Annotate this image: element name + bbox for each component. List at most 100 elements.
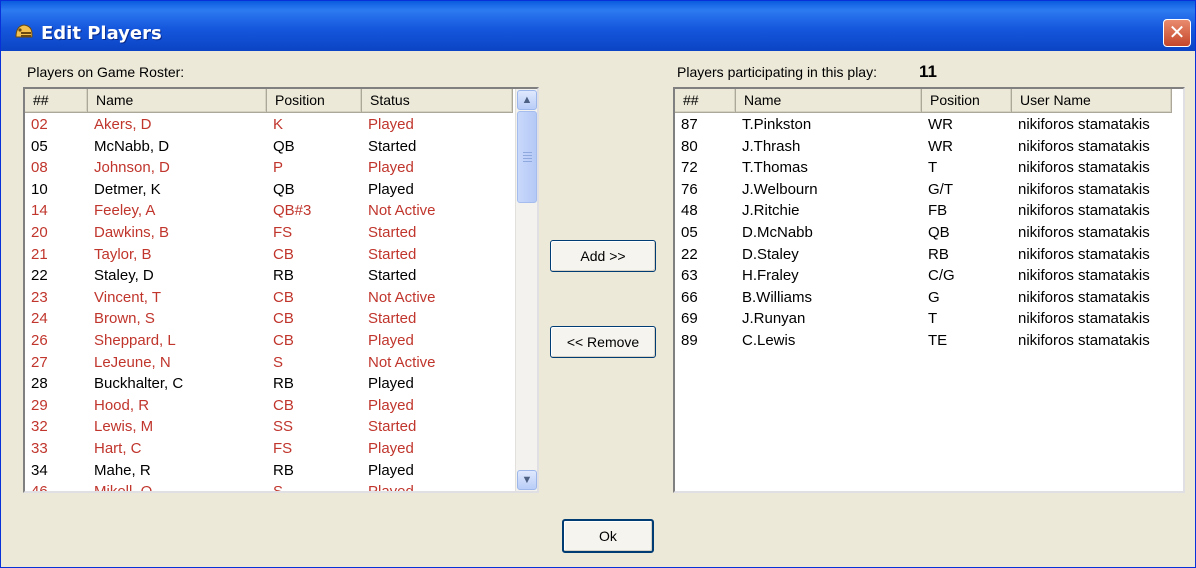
participant-row[interactable]: 05 D.McNabb QB nikiforos stamatakis xyxy=(675,222,1183,244)
participant-row[interactable]: 89 C.Lewis TE nikiforos stamatakis xyxy=(675,330,1183,352)
roster-row[interactable]: 27 LeJeune, N S Not Active xyxy=(25,352,537,374)
participant-username-cell: nikiforos stamatakis xyxy=(1018,180,1150,198)
roster-row[interactable]: 26 Sheppard, L CB Played xyxy=(25,330,537,352)
roster-number-cell: 14 xyxy=(31,202,48,220)
participant-position-cell: QB xyxy=(928,223,950,241)
app-helmet-icon xyxy=(15,24,33,38)
participant-username-cell: nikiforos stamatakis xyxy=(1018,223,1150,241)
scroll-up-arrow-icon[interactable]: ▲ xyxy=(517,90,537,110)
roster-status-cell: Started xyxy=(368,223,417,241)
participant-position-cell: RB xyxy=(928,245,949,263)
roster-number-cell: 29 xyxy=(31,396,48,414)
roster-row[interactable]: 33 Hart, C FS Played xyxy=(25,438,537,460)
roster-name-cell: Sheppard, L xyxy=(94,331,176,349)
roster-row[interactable]: 14 Feeley, A QB#3 Not Active xyxy=(25,200,537,222)
roster-scrollbar[interactable]: ▲ ▼ xyxy=(515,89,537,491)
roster-status-cell: Played xyxy=(368,375,414,393)
participant-row[interactable]: 87 T.Pinkston WR nikiforos stamatakis xyxy=(675,114,1183,136)
roster-row[interactable]: 28 Buckhalter, C RB Played xyxy=(25,373,537,395)
roster-position-cell: S xyxy=(273,353,284,371)
roster-row[interactable]: 02 Akers, D K Played xyxy=(25,114,537,136)
participant-name-cell: J.Welbourn xyxy=(742,180,818,198)
participant-name-cell: T.Thomas xyxy=(742,159,808,177)
participants-count: 11 xyxy=(919,62,937,81)
roster-number-cell: 26 xyxy=(31,331,48,349)
participant-row[interactable]: 48 J.Ritchie FB nikiforos stamatakis xyxy=(675,200,1183,222)
roster-row[interactable]: 24 Brown, S CB Started xyxy=(25,308,537,330)
participants-column-number[interactable]: ## xyxy=(675,89,736,113)
participant-number-cell: 80 xyxy=(681,137,698,155)
roster-number-cell: 22 xyxy=(31,267,48,285)
roster-position-cell: RB xyxy=(273,375,294,393)
participant-row[interactable]: 80 J.Thrash WR nikiforos stamatakis xyxy=(675,136,1183,158)
roster-number-cell: 28 xyxy=(31,375,48,393)
roster-status-cell: Not Active xyxy=(368,202,436,220)
participants-column-username[interactable]: User Name xyxy=(1012,89,1172,113)
roster-name-cell: Akers, D xyxy=(94,116,152,133)
participant-position-cell: TE xyxy=(928,331,948,349)
participant-number-cell: 87 xyxy=(681,116,698,133)
participant-name-cell: J.Runyan xyxy=(742,310,806,328)
roster-position-cell: CB xyxy=(273,245,294,263)
roster-name-cell: Dawkins, B xyxy=(94,223,170,241)
title-bar[interactable]: Edit Players ✕ xyxy=(1,1,1195,51)
close-button[interactable]: ✕ xyxy=(1163,19,1191,47)
roster-row[interactable]: 22 Staley, D RB Started xyxy=(25,265,537,287)
roster-position-cell: CB xyxy=(273,288,294,306)
roster-row[interactable]: 05 McNabb, D QB Started xyxy=(25,136,537,158)
roster-position-cell: QB xyxy=(273,137,295,155)
remove-button[interactable]: << Remove xyxy=(550,326,656,358)
roster-status-cell: Played xyxy=(368,461,414,479)
roster-number-cell: 23 xyxy=(31,288,48,306)
participant-row[interactable]: 63 H.Fraley C/G nikiforos stamatakis xyxy=(675,265,1183,287)
roster-position-cell: CB xyxy=(273,331,294,349)
participants-column-name[interactable]: Name xyxy=(736,89,922,113)
roster-listview[interactable]: ## Name Position Status 02 Akers, D K Playe… xyxy=(23,87,539,493)
roster-row[interactable]: 46 Mikell, Q S Played xyxy=(25,481,537,493)
roster-row[interactable]: 10 Detmer, K QB Played xyxy=(25,179,537,201)
participant-row[interactable]: 72 T.Thomas Tnikiforos stamatakis xyxy=(675,157,1183,179)
roster-position-cell: CB xyxy=(273,310,294,328)
participant-position-cell: T xyxy=(928,310,938,328)
participant-row[interactable]: 66 B.Williams Gnikiforos stamatakis xyxy=(675,287,1183,309)
participant-row[interactable]: 22 D.Staley RB nikiforos stamatakis xyxy=(675,244,1183,266)
roster-row[interactable]: 08 Johnson, D P Played xyxy=(25,157,537,179)
scroll-thumb[interactable] xyxy=(517,111,537,203)
participant-position-cell: FB xyxy=(928,202,948,220)
roster-name-cell: Mikell, Q xyxy=(94,483,153,493)
roster-number-cell: 02 xyxy=(31,116,48,133)
participant-row[interactable]: 76 J.Welbourn G/T nikiforos stamatakis xyxy=(675,179,1183,201)
roster-column-name[interactable]: Name xyxy=(88,89,267,113)
roster-column-position[interactable]: Position xyxy=(267,89,362,113)
roster-column-status[interactable]: Status xyxy=(362,89,513,113)
participant-position-cell: C/G xyxy=(928,267,955,285)
participant-username-cell: nikiforos stamatakis xyxy=(1018,159,1150,177)
roster-name-cell: Staley, D xyxy=(94,267,154,285)
roster-position-cell: RB xyxy=(273,461,294,479)
roster-row[interactable]: 23 Vincent, T CB Not Active xyxy=(25,287,537,309)
roster-row[interactable]: 20 Dawkins, B FS Started xyxy=(25,222,537,244)
roster-row[interactable]: 34 Mahe, R RB Played xyxy=(25,460,537,482)
roster-name-cell: Brown, S xyxy=(94,310,155,328)
scroll-down-arrow-icon[interactable]: ▼ xyxy=(517,470,537,490)
roster-row[interactable]: 21 Taylor, B CB Started xyxy=(25,244,537,266)
roster-name-cell: McNabb, D xyxy=(94,137,170,155)
participants-column-position[interactable]: Position xyxy=(922,89,1012,113)
roster-status-cell: Started xyxy=(368,245,417,263)
participants-label: Players participating in this play: xyxy=(677,64,877,80)
participants-listview[interactable]: ## Name Position User Name 87 T.Pinkston W… xyxy=(673,87,1185,493)
roster-row[interactable]: 32 Lewis, M SS Started xyxy=(25,416,537,438)
roster-position-cell: FS xyxy=(273,223,293,241)
roster-status-cell: Played xyxy=(368,159,414,177)
roster-label: Players on Game Roster: xyxy=(27,64,185,80)
window-title: Edit Players xyxy=(41,23,162,44)
roster-column-number[interactable]: ## xyxy=(25,89,88,113)
roster-row[interactable]: 29 Hood, R CB Played xyxy=(25,395,537,417)
participant-row[interactable]: 69 J.Runyan Tnikiforos stamatakis xyxy=(675,308,1183,330)
roster-number-cell: 24 xyxy=(31,310,48,328)
ok-button[interactable]: Ok xyxy=(562,519,654,553)
add-button[interactable]: Add >> xyxy=(550,240,656,272)
roster-status-cell: Started xyxy=(368,418,417,436)
participant-username-cell: nikiforos stamatakis xyxy=(1018,137,1150,155)
roster-position-cell: SS xyxy=(273,418,294,436)
